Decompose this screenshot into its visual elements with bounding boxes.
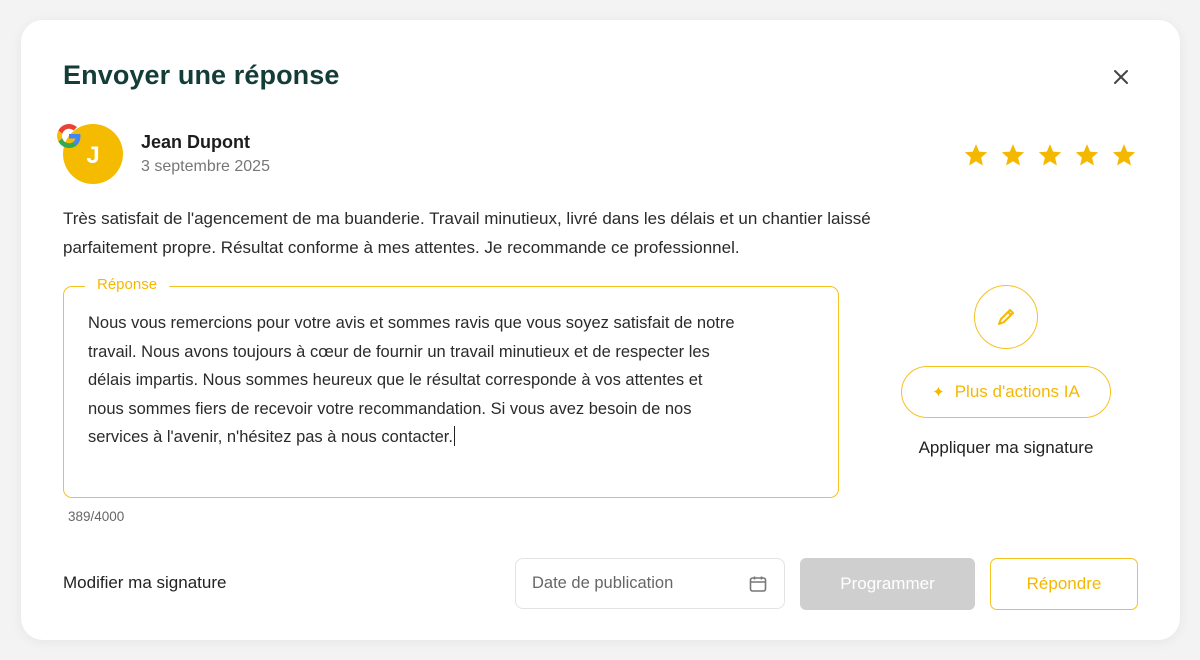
- date-placeholder: Date de publication: [532, 574, 674, 592]
- text-caret: [453, 426, 456, 446]
- response-line: travail. Nous avons toujours à cœur de f…: [88, 342, 710, 361]
- apply-signature-link[interactable]: Appliquer ma signature: [901, 438, 1111, 458]
- sparkle-icon: ✦: [932, 384, 945, 401]
- ai-actions-button[interactable]: ✦ Plus d'actions IA: [901, 366, 1111, 418]
- reviewer-name: Jean Dupont: [141, 132, 251, 152]
- review-line: parfaitement propre. Résultat conforme à…: [63, 238, 740, 257]
- response-line: Nous vous remercions pour votre avis et …: [88, 314, 735, 332]
- close-icon[interactable]: [1110, 66, 1132, 88]
- response-label: Réponse: [85, 276, 170, 293]
- review-line: Très satisfait de l'agencement de ma bua…: [63, 209, 871, 228]
- google-icon: [57, 124, 81, 148]
- modify-signature-link[interactable]: Modifier ma signature: [63, 573, 226, 593]
- star-icon: [1075, 144, 1099, 166]
- schedule-button[interactable]: Programmer: [800, 558, 975, 610]
- pencil-icon: [998, 309, 1014, 325]
- rating-stars: [963, 142, 1137, 168]
- star-icon: [964, 144, 988, 166]
- calendar-icon[interactable]: [748, 574, 768, 594]
- response-text[interactable]: Nous vous remercions pour votre avis et …: [88, 309, 818, 452]
- response-textarea[interactable]: Réponse Nous vous remercions pour votre …: [63, 276, 839, 498]
- response-line: délais impartis. Nous sommes heureux que…: [88, 371, 703, 389]
- reply-modal: Envoyer une réponse J Jean Dupont 3 sept…: [21, 20, 1180, 640]
- modal-title: Envoyer une réponse: [63, 60, 340, 90]
- star-icon: [1038, 144, 1062, 166]
- edit-button[interactable]: [974, 285, 1038, 349]
- star-icon: [1001, 144, 1025, 166]
- publication-date-input[interactable]: Date de publication: [515, 558, 785, 609]
- star-icon: [1112, 144, 1136, 166]
- response-line: services à l'avenir, n'hésitez pas à nou…: [88, 423, 818, 452]
- review-text: Très satisfait de l'agencement de ma bua…: [63, 204, 1023, 262]
- char-counter: 389/4000: [68, 509, 125, 524]
- response-line: nous sommes fiers de recevoir votre reco…: [88, 399, 692, 418]
- reply-button[interactable]: Répondre: [990, 558, 1138, 610]
- ai-actions-label: Plus d'actions IA: [954, 382, 1080, 401]
- review-date: 3 septembre 2025: [141, 158, 270, 175]
